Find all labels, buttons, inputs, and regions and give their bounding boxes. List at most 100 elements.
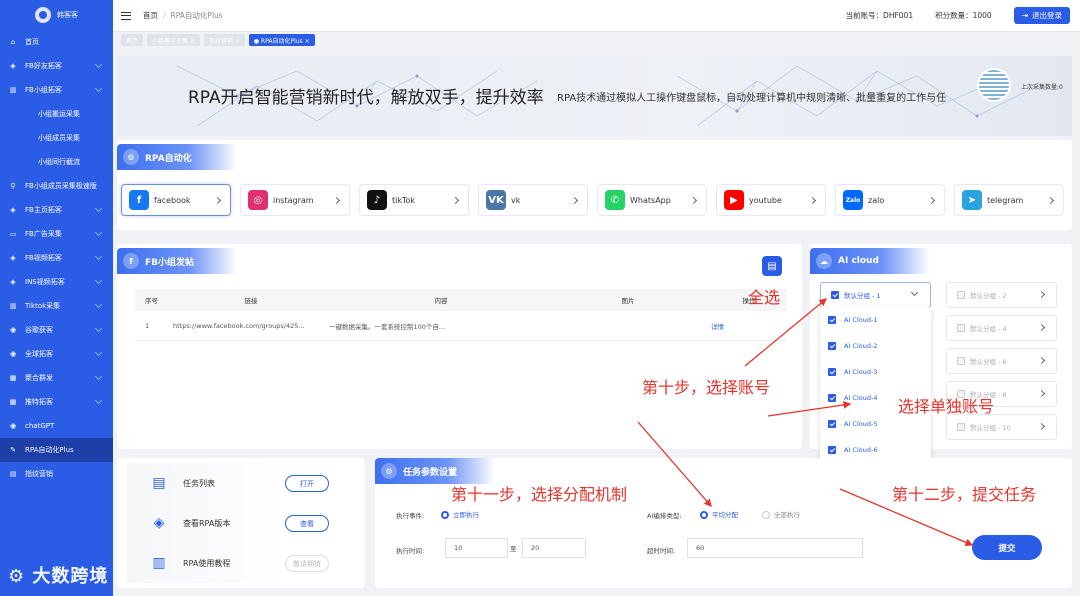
platform-youtube[interactable]: ▶ youtube	[716, 184, 826, 216]
ai-cloud-title: AI cloud	[838, 256, 879, 266]
ai-option-average[interactable]: 平均分配	[700, 509, 738, 519]
chevron-down-icon	[94, 84, 103, 93]
zalo-icon: Zalo	[843, 190, 863, 210]
tool-button[interactable]: 查看	[285, 515, 329, 532]
platform-whatsapp[interactable]: ✆ WhatsApp	[597, 184, 707, 216]
platform-tiktok[interactable]: ♪ tikTok	[359, 184, 469, 216]
platform-instagram[interactable]: ◎ instagram	[240, 184, 350, 216]
radio-icon	[762, 511, 770, 519]
checkbox[interactable]	[828, 316, 836, 324]
sidebar-item-7[interactable]: ◈ FB主页拓客	[0, 198, 113, 222]
tool-button[interactable]: 打开	[285, 475, 329, 492]
logout-icon: ⇥	[1021, 11, 1028, 20]
cell-content: 一键数据采集。一套系统控制100个自...	[329, 322, 446, 331]
group-1-select[interactable]: 默认分组 - 1	[820, 282, 931, 308]
cell-index: 1	[145, 321, 150, 330]
sidebar-item-6[interactable]: ⚲ FB小组成员采集极速版	[0, 174, 113, 198]
sidebar-item-9[interactable]: ◈ FB视频拓客	[0, 246, 113, 270]
platform-label: facebook	[154, 195, 191, 205]
watermark-logo-icon: ⚙	[8, 566, 26, 587]
group-select[interactable]: 默认分组 - 6	[946, 348, 1057, 374]
sidebar-item-label: 推特拓客	[25, 398, 53, 406]
logout-button[interactable]: ⇥ 退出登录	[1013, 7, 1070, 24]
group-select[interactable]: 默认分组 - 10	[946, 414, 1057, 440]
sidebar-item-10[interactable]: ◈ INS视频拓客	[0, 270, 113, 294]
account-label: AI Cloud-4	[844, 394, 878, 402]
tags-view: 首页 小组搬运采集 × 指纹营销 × ● RPA自动化Plus ×	[113, 32, 1080, 48]
sidebar-item-8[interactable]: ▭ FB广告采集	[0, 222, 113, 246]
checkbox[interactable]	[957, 423, 965, 431]
timeout-input[interactable]: 60	[687, 538, 863, 558]
platform-zalo[interactable]: Zalo zalo	[835, 184, 945, 216]
checkbox[interactable]	[828, 446, 836, 454]
brand-logo[interactable]: 韩客客	[0, 0, 113, 30]
search-icon: ⚲	[10, 182, 16, 190]
sidebar-item-16[interactable]: ◉ chatGPT	[0, 414, 113, 438]
table-body: 1 https://www.facebook.com/groups/425... 一…	[135, 311, 787, 341]
sidebar-item-5[interactable]: 小组同行截流	[0, 150, 113, 174]
checkbox[interactable]	[828, 368, 836, 376]
group-select[interactable]: 默认分组 - 4	[946, 315, 1057, 341]
platform-label: tikTok	[392, 195, 416, 205]
sidebar-item-label: FB主页拓客	[25, 206, 62, 214]
platform-label: youtube	[749, 195, 782, 205]
doc-action-icon[interactable]: ▤	[762, 256, 782, 276]
checkbox[interactable]	[828, 394, 836, 402]
book-icon: ▥	[9, 86, 17, 94]
sidebar-item-18[interactable]: ▤ 指纹营销	[0, 462, 113, 486]
cell-action[interactable]: 详情	[703, 321, 787, 331]
group-1-checkbox[interactable]	[831, 291, 839, 299]
tag-0[interactable]: 首页	[121, 34, 144, 46]
platform-vk[interactable]: VK vk	[478, 184, 588, 216]
platform-facebook[interactable]: f facebook	[121, 184, 231, 216]
time-to-input[interactable]: 20	[522, 538, 586, 558]
checkbox[interactable]	[828, 420, 836, 428]
tool-item: ▥ RPA使用教程 敬请期待	[127, 543, 352, 583]
account-option[interactable]: AI Cloud-2	[820, 333, 931, 359]
tag-3[interactable]: ● RPA自动化Plus ×	[248, 34, 315, 46]
annotation-single-account: 选择单独账号	[898, 397, 995, 416]
group-label: 默认分组 - 4	[970, 325, 1007, 333]
column-header: 内容	[434, 297, 448, 305]
sidebar-item-11[interactable]: ▥ Tiktok采集	[0, 294, 113, 318]
exec-event-option[interactable]: 立即执行	[441, 509, 479, 519]
checkbox[interactable]	[957, 357, 965, 365]
watermark-text: 大数跨境	[32, 566, 109, 587]
menu-toggle-icon[interactable]	[121, 11, 131, 20]
globe-icon: ◉	[9, 422, 17, 430]
tag-2[interactable]: 指纹营销 ×	[203, 34, 245, 46]
sidebar-item-2[interactable]: ▥ FB小组拓客	[0, 78, 113, 102]
sidebar-item-0[interactable]: ⌂ 首页	[0, 30, 113, 54]
chevron-down-icon	[94, 372, 103, 381]
ai-option-all[interactable]: 全部执行	[762, 509, 800, 519]
sidebar-item-14[interactable]: ▦ 聚合群发	[0, 366, 113, 390]
layers-icon: ◈	[10, 62, 16, 70]
checkbox[interactable]	[957, 291, 965, 299]
sidebar-item-12[interactable]: ◉ 谷歌获客	[0, 318, 113, 342]
doc-icon: ▤	[9, 470, 17, 478]
account-option[interactable]: AI Cloud-1	[820, 307, 931, 333]
group-select[interactable]: 默认分组 - 2	[946, 282, 1057, 308]
checkbox[interactable]	[957, 324, 965, 332]
chevron-down-icon	[94, 60, 103, 69]
sidebar-item-15[interactable]: ▦ 推特拓客	[0, 390, 113, 414]
sidebar-item-17[interactable]: ✎ RPA自动化Plus	[0, 438, 113, 462]
edit-icon: ✎	[10, 446, 16, 454]
checkbox[interactable]	[828, 342, 836, 350]
platform-telegram[interactable]: ➤ telegram	[954, 184, 1064, 216]
sidebar-item-13[interactable]: ◉ 全球拓客	[0, 342, 113, 366]
radio-icon	[441, 511, 449, 519]
tag-1[interactable]: 小组搬运采集 ×	[147, 34, 200, 46]
chevron-right-icon	[1037, 323, 1046, 332]
sidebar-item-4[interactable]: 小组成员采集	[0, 126, 113, 150]
layers-icon: ◈	[10, 278, 16, 286]
group-label: 默认分组 - 6	[970, 358, 1007, 366]
submit-button[interactable]: 提交	[972, 535, 1042, 560]
column-header: 图片	[621, 297, 635, 305]
sidebar-item-label: FB小组成员采集极速版	[25, 182, 97, 190]
sidebar-item-1[interactable]: ◈ FB好友拓客	[0, 54, 113, 78]
breadcrumb-home[interactable]: 首页	[143, 10, 158, 21]
sidebar-item-3[interactable]: 小组搬运采集	[0, 102, 113, 126]
account-option[interactable]: AI Cloud-3	[820, 359, 931, 385]
time-from-input[interactable]: 10	[445, 538, 508, 558]
